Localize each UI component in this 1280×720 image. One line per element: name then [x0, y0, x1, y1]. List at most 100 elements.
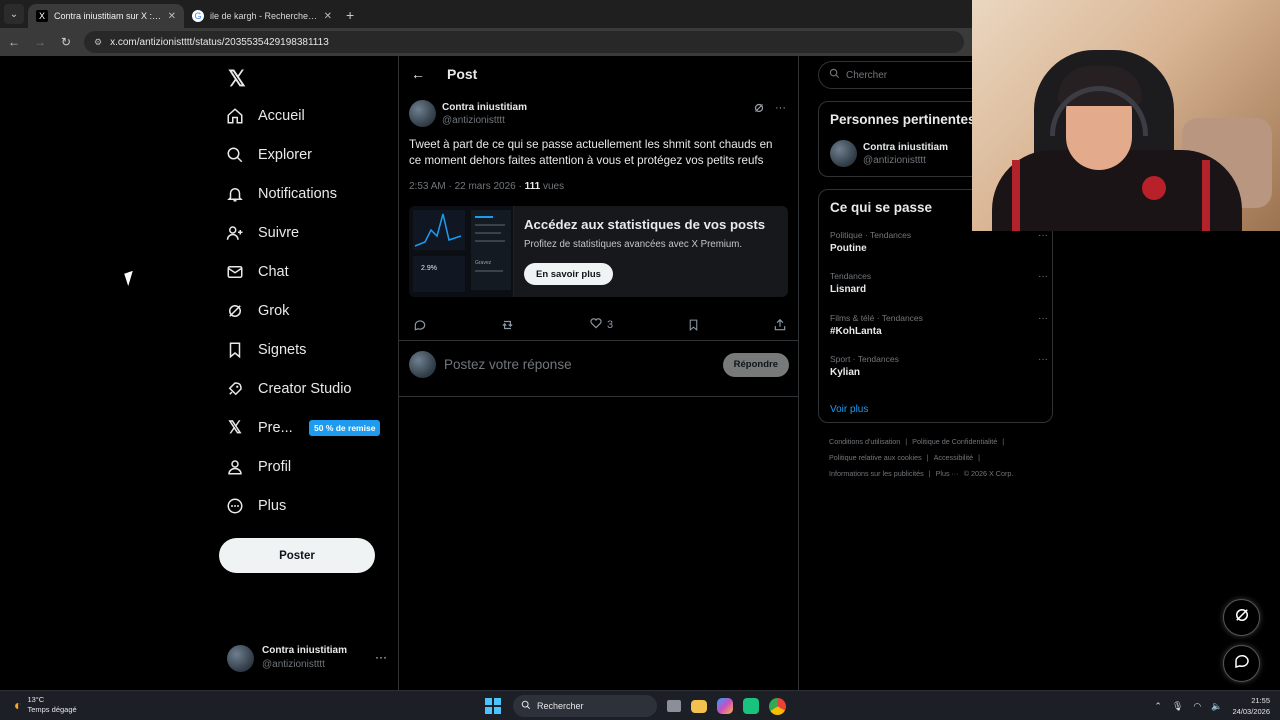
- volume-icon[interactable]: 🔈: [1211, 701, 1222, 712]
- post-button[interactable]: Poster: [219, 538, 375, 573]
- more-horizontal-icon[interactable]: ···: [1038, 313, 1048, 324]
- x-logo-icon[interactable]: 𝕏: [228, 66, 246, 92]
- trend-item[interactable]: Sport · Tendances Kylian ···: [830, 354, 1048, 378]
- tab-x-post[interactable]: X Contra iniustitiam sur X : "Twe ✕: [28, 4, 184, 28]
- post-timestamp[interactable]: 2:53 AM · 22 mars 2026 ·: [409, 181, 525, 192]
- sidebar-item-label: Suivre: [258, 225, 300, 241]
- bookmark-icon[interactable]: [687, 316, 700, 333]
- sidebar-item-signets[interactable]: Signets: [226, 335, 306, 365]
- footer-link[interactable]: Politique relative aux cookies: [829, 453, 922, 462]
- more-horizontal-icon[interactable]: ···: [775, 102, 786, 117]
- reload-icon[interactable]: ↻: [58, 34, 74, 50]
- taskbar-search[interactable]: Rechercher: [513, 695, 657, 717]
- left-sidebar: 𝕏 Accueil Explorer Notifications Suivre …: [218, 56, 398, 690]
- back-arrow-icon[interactable]: ←: [411, 66, 425, 82]
- avatar[interactable]: [409, 100, 436, 127]
- reply-input[interactable]: Postez votre réponse: [444, 357, 715, 372]
- view-count: 111: [524, 181, 541, 192]
- home-icon: [226, 107, 244, 125]
- reply-button[interactable]: Répondre: [722, 352, 789, 377]
- divider: [399, 396, 798, 397]
- grok-floating-button[interactable]: [1223, 599, 1260, 636]
- footer-link[interactable]: Conditions d'utilisation: [829, 437, 900, 446]
- sidebar-item-creator-studio[interactable]: Creator Studio: [226, 374, 352, 404]
- footer-sep: |: [1002, 437, 1005, 446]
- author-handle[interactable]: @antizionistttt: [442, 114, 527, 127]
- footer-link[interactable]: Plus ···: [936, 469, 959, 478]
- sidebar-item-suivre[interactable]: Suivre: [226, 218, 299, 248]
- learn-more-button[interactable]: En savoir plus: [524, 263, 613, 285]
- close-tab-icon[interactable]: ✕: [324, 11, 332, 22]
- url-field[interactable]: ⚙ x.com/antizionistttt/status/2035535429…: [84, 31, 964, 53]
- file-explorer-icon[interactable]: [691, 699, 707, 713]
- sidebar-item-notifications[interactable]: Notifications: [226, 179, 337, 209]
- trend-category: Politique · Tendances: [830, 230, 912, 240]
- sidebar-item-accueil[interactable]: Accueil: [226, 101, 305, 131]
- more-horizontal-icon[interactable]: ···: [1038, 230, 1048, 241]
- copilot-icon[interactable]: [717, 698, 733, 714]
- share-icon[interactable]: [773, 316, 787, 333]
- views-label: vues: [540, 181, 565, 192]
- person-row[interactable]: Contra iniustitiam @antizionistttt: [830, 140, 948, 167]
- forward-arrow-icon[interactable]: →: [32, 34, 48, 50]
- sidebar-item-label: Profil: [258, 459, 292, 475]
- app-green-icon[interactable]: [743, 698, 759, 714]
- sidebar-item-grok[interactable]: Grok: [226, 296, 289, 326]
- tab-search-menu[interactable]: ⌄: [4, 4, 24, 24]
- chrome-icon[interactable]: [769, 697, 786, 715]
- promo-subtitle: Profitez de statistiques avancées avec X…: [524, 239, 743, 250]
- sidebar-item-plus[interactable]: Plus: [226, 491, 286, 521]
- repost-icon[interactable]: [500, 316, 515, 333]
- footer-link[interactable]: Accessibilité: [934, 453, 974, 462]
- author-name[interactable]: Contra iniustitiam: [442, 101, 527, 114]
- chevron-up-icon[interactable]: ⌃: [1154, 701, 1162, 712]
- search-placeholder: Chercher: [846, 69, 888, 81]
- trend-item[interactable]: Films & télé · Tendances #KohLanta ···: [830, 313, 1048, 337]
- premium-discount-badge[interactable]: 50 % de remise: [309, 420, 381, 436]
- post-author[interactable]: Contra iniustitiam @antizionistttt: [409, 100, 527, 127]
- account-handle: @antizionistttt: [262, 659, 325, 670]
- footer-sep: |: [978, 453, 980, 462]
- reply-icon[interactable]: [413, 316, 427, 333]
- footer-link[interactable]: Politique de Confidentialité: [912, 437, 997, 446]
- avatar[interactable]: [830, 140, 857, 167]
- like-button[interactable]: 3: [589, 316, 613, 333]
- task-view-icon[interactable]: [667, 700, 681, 712]
- microphone-icon[interactable]: 🎙: [1172, 701, 1183, 712]
- windows-start-icon[interactable]: [483, 696, 503, 716]
- sidebar-item-explorer[interactable]: Explorer: [226, 140, 312, 170]
- more-horizontal-icon[interactable]: ···: [1038, 271, 1048, 282]
- tab-google-search[interactable]: G ile de kargh - Recherche Google ✕: [184, 4, 340, 28]
- post-detail-column: ← Post Contra iniustitiam @antizionisttt…: [398, 56, 799, 690]
- close-tab-icon[interactable]: ✕: [168, 11, 176, 22]
- sidebar-item-profil[interactable]: Profil: [226, 452, 291, 482]
- more-horizontal-icon[interactable]: ···: [1038, 354, 1048, 365]
- avatar: [409, 351, 436, 378]
- tab-title: Contra iniustitiam sur X : "Twe: [54, 11, 162, 21]
- trend-item[interactable]: Politique · Tendances Poutine ···: [830, 230, 1048, 254]
- back-arrow-icon[interactable]: ←: [6, 34, 22, 50]
- sidebar-item-premium[interactable]: 𝕏 Pre...: [226, 413, 293, 443]
- mail-icon: [226, 263, 244, 281]
- grok-icon[interactable]: [753, 102, 765, 117]
- messages-floating-button[interactable]: [1223, 645, 1260, 682]
- bookmark-icon: [226, 341, 244, 359]
- weather-widget[interactable]: ◐ 13°C Temps dégagé: [14, 695, 77, 715]
- person-handle: @antizionistttt: [863, 154, 926, 166]
- trend-name: Kylian: [830, 367, 861, 378]
- footer-link[interactable]: Informations sur les publicités: [829, 469, 924, 478]
- trend-item[interactable]: Tendances Lisnard ···: [830, 271, 1048, 295]
- new-tab-button[interactable]: +: [346, 7, 354, 23]
- site-info-icon[interactable]: ⚙: [94, 37, 102, 48]
- trend-category: Tendances: [830, 271, 872, 281]
- sidebar-item-chat[interactable]: Chat: [226, 257, 289, 287]
- profile-icon: [226, 458, 244, 476]
- wifi-icon[interactable]: ◠: [1193, 701, 1201, 712]
- card-title: Personnes pertinentes: [830, 112, 976, 127]
- more-horizontal-icon[interactable]: ···: [375, 650, 387, 664]
- clock[interactable]: 21:55 24/03/2026: [1232, 695, 1270, 717]
- jacket-stripe: [1012, 160, 1020, 231]
- account-switcher[interactable]: Contra iniustitiam @antizionistttt ···: [227, 644, 387, 672]
- see-more-link[interactable]: Voir plus: [830, 404, 868, 415]
- trend-category: Sport · Tendances: [830, 354, 899, 364]
